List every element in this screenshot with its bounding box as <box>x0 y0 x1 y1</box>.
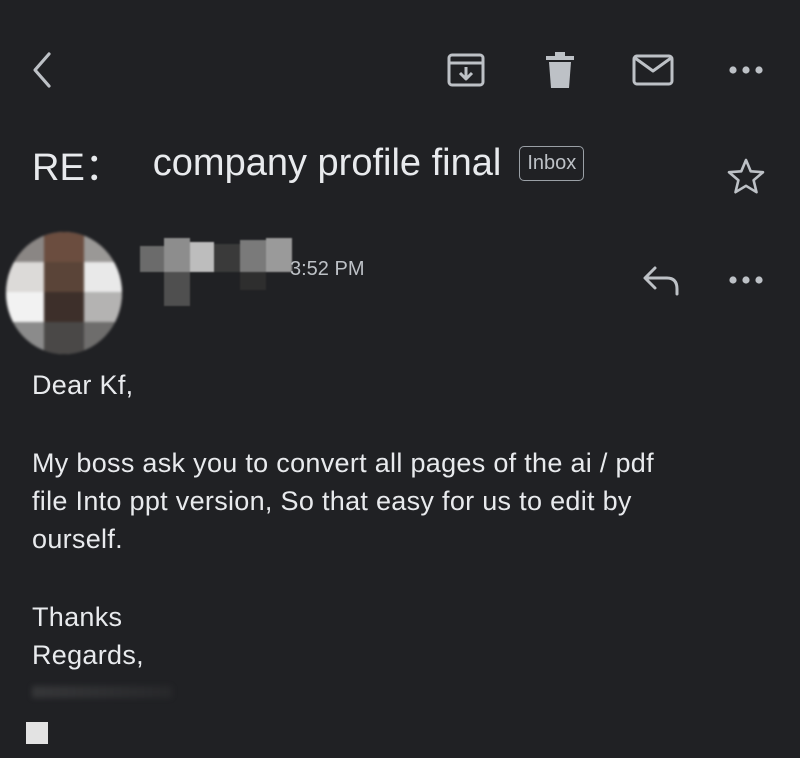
archive-icon <box>447 53 485 87</box>
email-subject: company profile final <box>152 142 502 184</box>
more-horizontal-icon <box>729 276 763 284</box>
sender-name-redacted <box>140 238 292 310</box>
email-closing-regards: Regards, <box>32 640 144 670</box>
star-button[interactable] <box>722 154 770 198</box>
signature-redacted <box>32 686 172 698</box>
sender-avatar[interactable] <box>6 232 122 354</box>
email-body-line-3: ourself. <box>32 524 123 554</box>
email-body-line-2: file Into ppt version, So that easy for … <box>32 486 632 516</box>
mark-unread-button[interactable] <box>630 52 676 88</box>
email-time: 3:52 PM <box>290 258 365 280</box>
more-options-button[interactable] <box>722 56 770 84</box>
delete-button[interactable] <box>540 48 580 92</box>
reply-icon <box>643 266 679 296</box>
email-closing-thanks: Thanks <box>32 602 123 632</box>
star-outline-icon <box>727 158 765 194</box>
archive-button[interactable] <box>444 50 488 90</box>
inbox-label-chip[interactable]: Inbox <box>519 146 585 181</box>
back-button[interactable] <box>22 48 62 92</box>
chevron-left-icon <box>33 52 51 88</box>
reply-button[interactable] <box>638 260 684 300</box>
trash-icon <box>546 52 574 88</box>
mail-icon <box>632 54 674 86</box>
email-greeting: Dear Kf, <box>32 370 134 400</box>
signature-block <box>26 722 48 744</box>
email-body-line-1: My boss ask you to convert all pages of … <box>32 448 654 478</box>
subject-prefix: RE： <box>32 147 123 189</box>
message-more-button[interactable] <box>722 266 770 294</box>
more-horizontal-icon <box>729 66 763 74</box>
subject-row: RE： company profile final Inbox <box>32 136 585 191</box>
